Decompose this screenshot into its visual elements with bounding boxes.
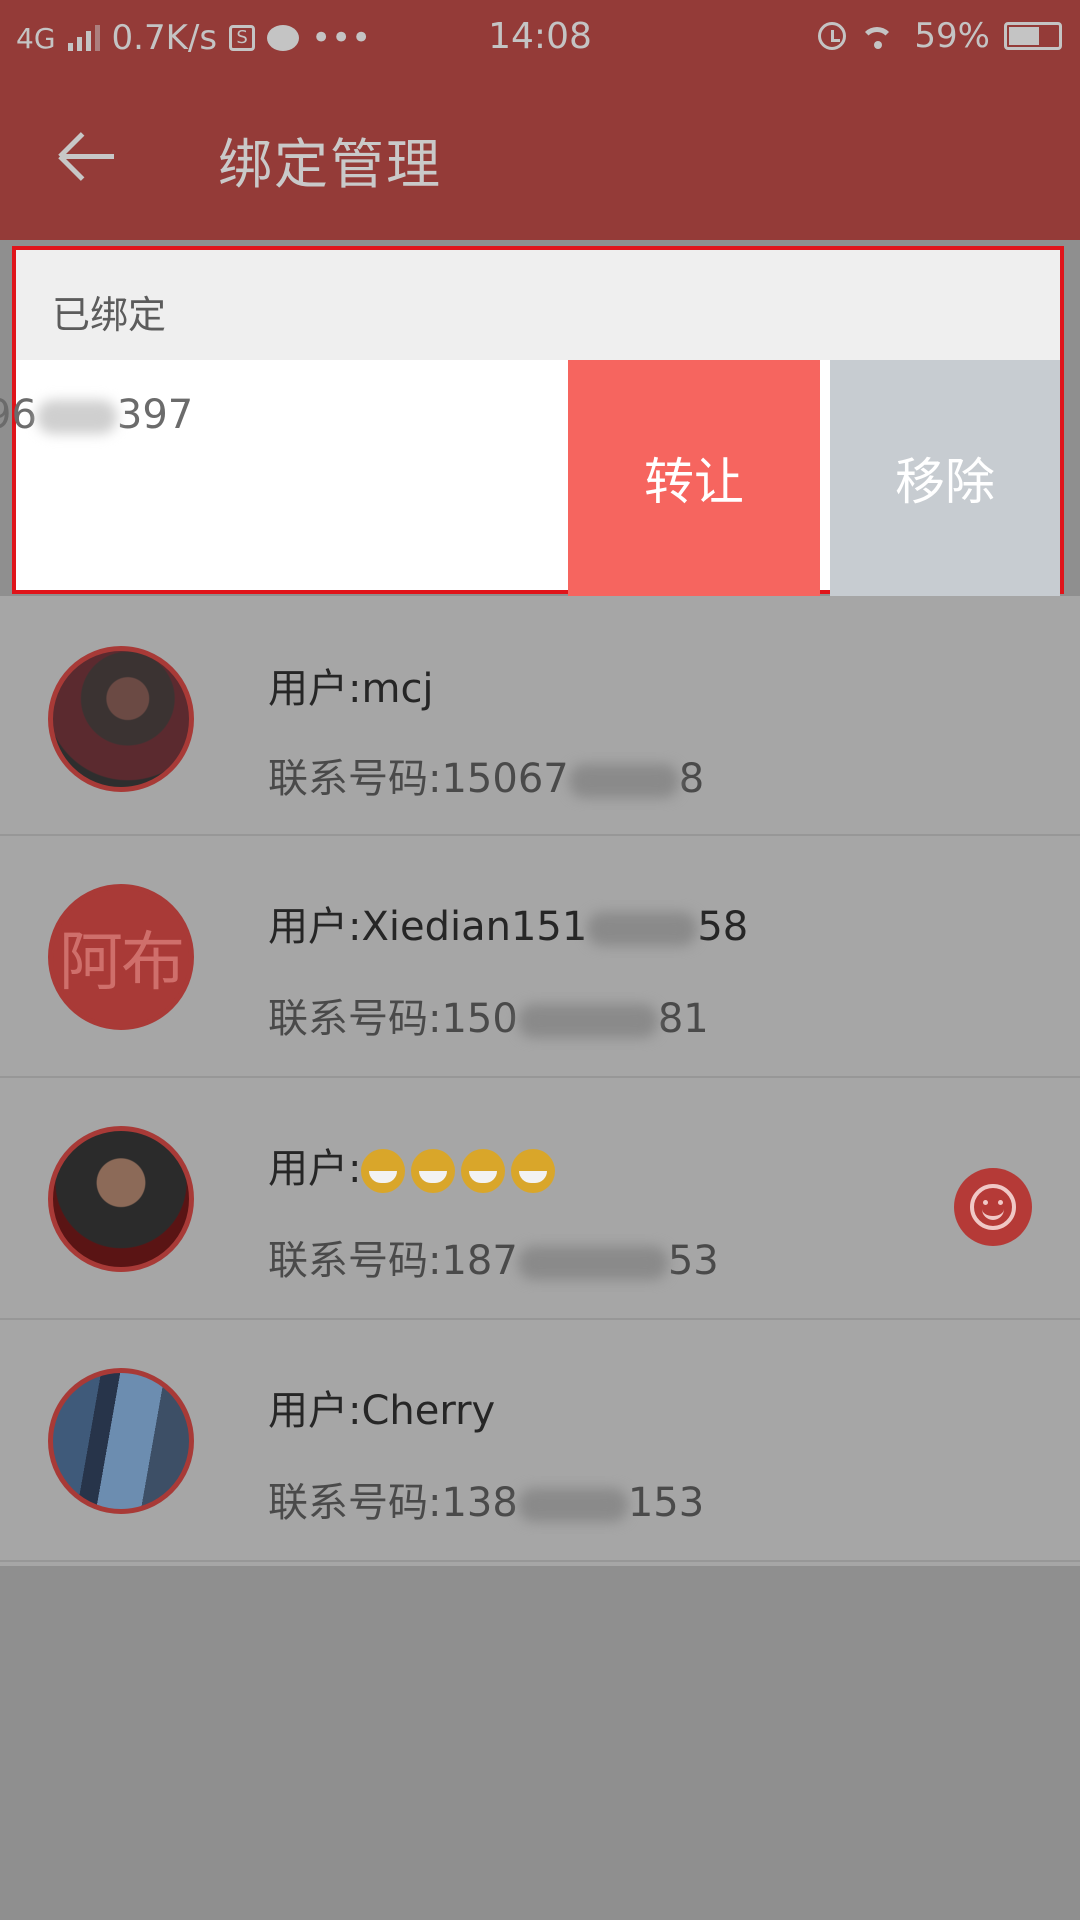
remove-button[interactable]: 移除 <box>830 360 1060 596</box>
grin-emoji-icon <box>461 1149 506 1193</box>
battery-icon <box>1004 22 1062 50</box>
bound-section-header: 已绑定 <box>16 250 1060 360</box>
phone-prefix: 联系号码:15067 <box>268 756 569 802</box>
back-arrow-icon[interactable] <box>54 126 124 186</box>
list-item[interactable]: 阿布 用户:Xiedian151 58 联系号码:150 81 <box>0 838 1080 1078</box>
alarm-icon <box>818 22 847 50</box>
user-name: 用户:mcj <box>268 666 434 712</box>
app-bar: 绑定管理 <box>0 76 1080 240</box>
user-phone: 联系号码:150 81 <box>268 986 709 1044</box>
name-suffix: 58 <box>697 904 749 950</box>
phone-prefix: 联系号码:187 <box>268 1238 518 1284</box>
user-name: 用户: <box>268 1136 561 1194</box>
grin-emoji-icon <box>361 1149 406 1193</box>
status-bar: 4G 0.7K/s S ••• 14:08 59% <box>0 0 1080 76</box>
user-name: 用户:Cherry <box>268 1388 496 1434</box>
avatar <box>48 646 194 792</box>
phone-suffix: 153 <box>627 1480 705 1526</box>
list-item[interactable]: 用户: 联系号码:187 53 <box>0 1080 1080 1320</box>
transfer-button[interactable]: 转让 <box>568 360 820 596</box>
user-phone: 联系号码:138 153 <box>268 1470 704 1528</box>
name-prefix: 用户:Xiedian151 <box>268 904 588 950</box>
status-right: 59% <box>818 16 1062 56</box>
name-prefix: 用户: <box>268 1146 362 1192</box>
blur-mask <box>517 1004 658 1038</box>
bound-phone: 96 397 <box>0 392 193 438</box>
user-name: 用户:Xiedian151 58 <box>268 894 748 952</box>
grin-emoji-icon <box>411 1149 456 1193</box>
phone-prefix: 联系号码:138 <box>268 1480 518 1526</box>
grin-emoji-icon <box>511 1149 556 1193</box>
blur-mask <box>568 764 679 798</box>
blur-mask <box>36 400 117 434</box>
emoji-row <box>361 1146 561 1193</box>
bound-header-label: 已绑定 <box>52 293 167 337</box>
list-item[interactable]: 用户:mcj 联系号码:15067 8 <box>0 596 1080 836</box>
bound-phone-prefix: 96 <box>0 392 37 438</box>
user-phone: 联系号码:15067 8 <box>268 746 704 804</box>
phone-suffix: 53 <box>667 1238 719 1284</box>
user-list: 用户:mcj 联系号码:15067 8 阿布 用户:Xiedian151 58 联系… <box>0 596 1080 1566</box>
user-phone: 联系号码:187 53 <box>268 1228 719 1286</box>
avatar <box>48 1368 194 1514</box>
avatar: 阿布 <box>48 884 194 1030</box>
blur-mask <box>587 912 698 946</box>
avatar <box>48 1126 194 1272</box>
wifi-icon <box>860 21 900 51</box>
blur-mask <box>517 1488 628 1522</box>
phone-prefix: 联系号码:150 <box>268 996 518 1042</box>
phone-suffix: 81 <box>657 996 709 1042</box>
bound-phone-suffix: 397 <box>116 392 194 438</box>
list-item[interactable]: 用户:Cherry 联系号码:138 153 <box>0 1322 1080 1562</box>
battery-percent: 59% <box>914 16 990 56</box>
blur-mask <box>517 1246 668 1280</box>
empty-area <box>0 1568 1080 1920</box>
phone-suffix: 8 <box>678 756 705 802</box>
smiley-icon[interactable] <box>954 1168 1032 1246</box>
page-title: 绑定管理 <box>218 133 442 196</box>
